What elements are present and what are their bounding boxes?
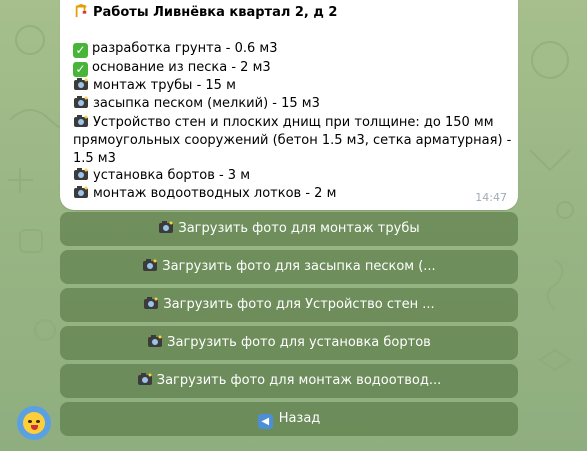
work-item-row: установка бортов - 3 м [73,167,250,184]
emoji-face [23,412,45,434]
emoji-eye [36,420,40,423]
emoji-mouth [31,425,38,430]
work-item-text: засыпка песком (мелкий) - 15 м3 [93,96,320,111]
work-item-text: Устройство стен и плоских днищ при толщи… [93,115,494,130]
message-title: Работы Ливнёвка квартал 2, д 2 [73,4,337,20]
camera-icon [74,96,88,108]
back-button[interactable]: ◀ Назад [60,402,518,436]
message-bubble: Работы Ливнёвка квартал 2, д 2 ✓ разработ… [60,0,518,210]
camera-icon [74,186,88,198]
button-label: Назад [278,411,321,426]
work-item-text: основание из песка - 2 м3 [92,60,271,75]
camera-icon [148,335,163,347]
upload-photo-curbs-button[interactable]: Загрузить фото для установка бортов [60,326,518,360]
work-item-text: монтаж водоотводных лотков - 2 м [93,186,337,201]
work-item-row: засыпка песком (мелкий) - 15 м3 [73,95,320,112]
upload-photo-drain-trays-button[interactable]: Загрузить фото для монтаж водоотвод... [60,364,518,398]
upload-photo-sand-backfill-button[interactable]: Загрузить фото для засыпка песком (... [60,250,518,284]
camera-icon [74,78,88,90]
work-item-continuation: прямоугольных сооружений (бетон 1.5 м3, … [73,132,511,149]
work-item-text: разработка грунта - 0.6 м3 [92,41,278,56]
work-item-text: прямоугольных сооружений (бетон 1.5 м3, … [73,133,512,148]
work-item-row: Устройство стен и плоских днищ при толщи… [73,114,494,131]
button-label: Загрузить фото для установка бортов [167,335,431,350]
button-label: Загрузить фото для засыпка песком (... [162,259,436,274]
button-label: Загрузить фото для монтаж трубы [178,221,420,236]
work-item-row: монтаж водоотводных лотков - 2 м [73,185,336,202]
back-arrow-icon: ◀ [257,414,273,429]
camera-icon [74,115,88,127]
emoji-eye [28,420,32,423]
work-item-continuation: 1.5 м3 [73,150,116,167]
button-label: Загрузить фото для Устройство стен ... [163,297,435,312]
crane-icon [75,4,87,18]
check-icon: ✓ [73,62,88,77]
message-time: 14:47 [475,191,507,204]
work-item-text: 1.5 м3 [73,151,116,166]
work-item-text: монтаж трубы - 15 м [93,78,236,93]
work-item-text: установка бортов - 3 м [93,168,251,183]
work-item-row: ✓ основание из песка - 2 м3 [73,59,271,77]
message-title-text: Работы Ливнёвка квартал 2, д 2 [93,5,338,20]
button-label: Загрузить фото для монтаж водоотвод... [156,373,442,388]
upload-photo-walls-button[interactable]: Загрузить фото для Устройство стен ... [60,288,518,322]
camera-icon [143,259,158,271]
sticker-emoji-icon[interactable] [17,406,51,440]
upload-photo-pipe-button[interactable]: Загрузить фото для монтаж трубы [60,212,518,246]
camera-icon [74,168,88,180]
camera-icon [137,373,152,385]
work-item-row: монтаж трубы - 15 м [73,77,236,94]
camera-icon [159,221,174,233]
work-item-row: ✓ разработка грунта - 0.6 м3 [73,40,278,58]
check-icon: ✓ [73,43,88,58]
camera-icon [144,297,159,309]
